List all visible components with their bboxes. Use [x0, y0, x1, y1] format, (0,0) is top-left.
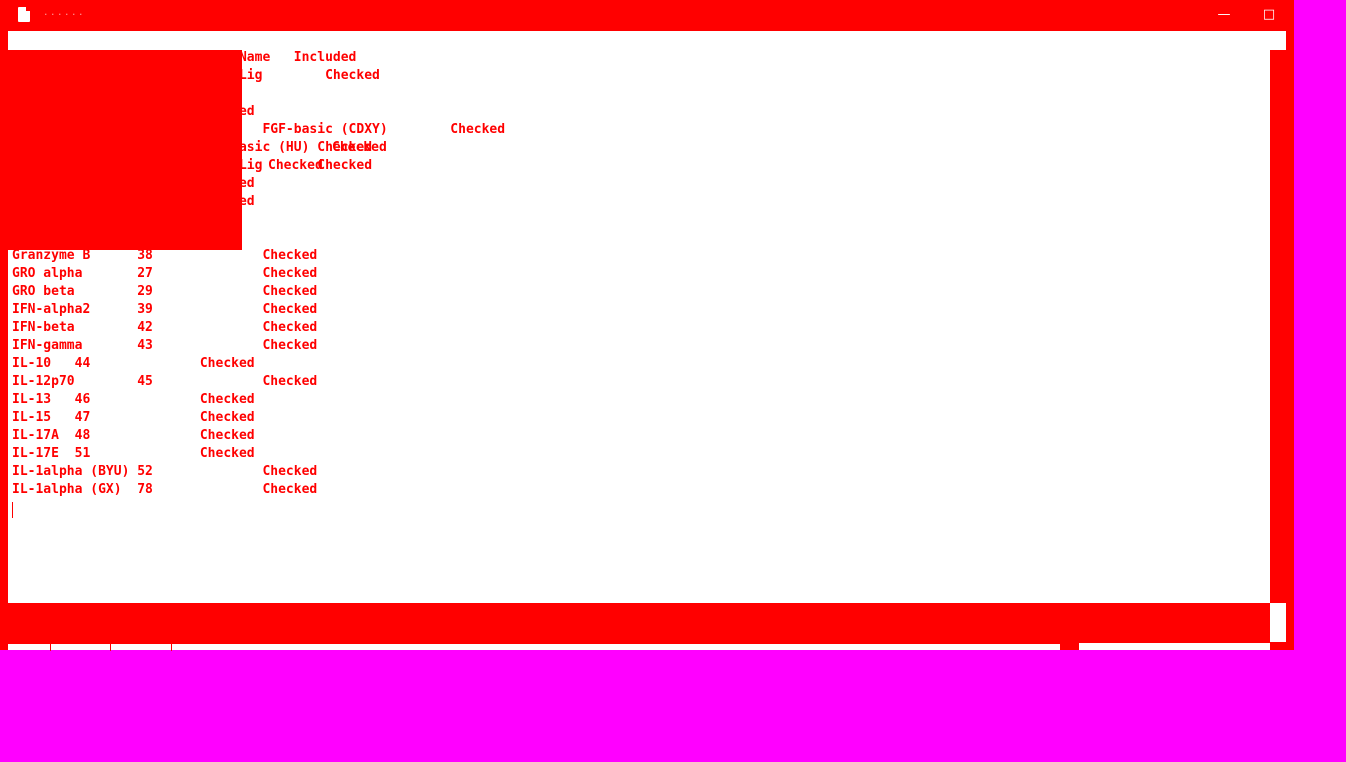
text-line: IL-15 47 Checked [12, 410, 255, 425]
redacted-region [8, 50, 242, 250]
text-line: IL-13 46 Checked [12, 392, 255, 407]
notepad-window: · · · · · · — □ Included Imported Name I… [0, 0, 1294, 651]
text-line: IL-17E 51 Checked [12, 446, 255, 461]
text-line: GRO beta 29 Checked [12, 284, 318, 299]
status-bar-right [1079, 643, 1270, 650]
text-cursor [12, 502, 13, 518]
text-line: IL-12p70 45 Checked [12, 374, 318, 389]
text-line: IL-10 44 Checked [12, 356, 255, 371]
status-bar [8, 643, 1060, 651]
text-line: IL-17A 48 Checked [12, 428, 255, 443]
scroll-down-button[interactable] [1270, 621, 1286, 642]
text-line: Checked [332, 140, 387, 155]
text-line: IL-1alpha (GX) 78 Checked [12, 482, 318, 497]
text-line: IL-1alpha (BYU) 52 Checked [12, 464, 318, 479]
minimize-button[interactable]: — [1214, 6, 1234, 24]
text-line: IFN-gamma 43 Checked [12, 338, 318, 353]
title-bar[interactable]: · · · · · · — □ [0, 0, 1294, 31]
text-line: Checked [268, 158, 323, 173]
notepad-icon [18, 7, 30, 22]
text-line: GRO alpha 27 Checked [12, 266, 318, 281]
text-line: IFN-alpha2 39 Checked [12, 302, 318, 317]
vertical-scrollbar[interactable] [1270, 50, 1286, 603]
maximize-button[interactable]: □ [1259, 6, 1279, 24]
window-title: · · · · · · [44, 8, 83, 21]
text-line: IFN-beta 42 Checked [12, 320, 318, 335]
